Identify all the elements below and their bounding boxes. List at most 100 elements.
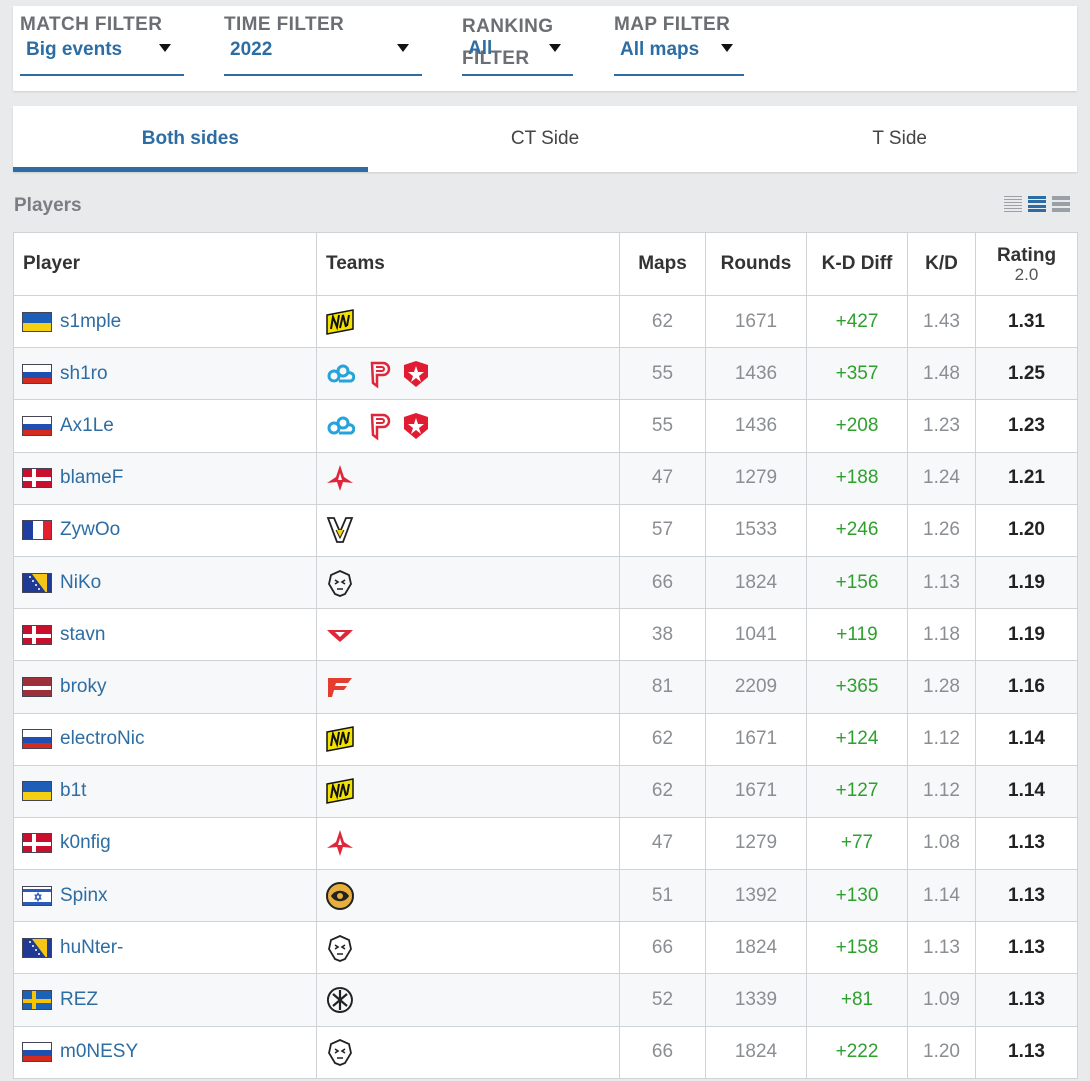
russia-flag-icon	[22, 729, 52, 750]
player-name-link[interactable]: REZ	[60, 989, 98, 1010]
table-row[interactable]: REZ 52 1339 +81 1.09 1.13	[13, 973, 1078, 1027]
bosnia-flag-icon	[22, 937, 52, 958]
rounds-cell: 1392	[705, 869, 807, 923]
player-name-link[interactable]: stavn	[60, 624, 105, 645]
ranking-filter-value[interactable]: All	[468, 38, 492, 60]
caret-down-icon[interactable]	[159, 44, 171, 52]
gambit-logo-icon[interactable]	[401, 411, 431, 441]
navi-logo-icon[interactable]	[325, 724, 355, 754]
table-row[interactable]: Ax1Le 55 1436 +208 1.23 1.23	[13, 399, 1078, 453]
sweden-flag-icon	[22, 990, 52, 1011]
table-row[interactable]: ZywOo 57 1533 +246 1.26 1.20	[13, 503, 1078, 557]
time-filter-dropdown[interactable]: TIME FILTER 2022	[224, 14, 422, 76]
table-row[interactable]: blameF 47 1279 +188 1.24 1.21	[13, 451, 1078, 505]
player-name-link[interactable]: b1t	[60, 780, 86, 801]
rating-cell: 1.20	[975, 503, 1078, 557]
caret-down-icon[interactable]	[397, 44, 409, 52]
player-cell[interactable]: ZywOo	[13, 503, 317, 557]
heroic-logo-icon[interactable]	[325, 620, 355, 650]
player-name-link[interactable]: blameF	[60, 467, 123, 488]
kd-diff-cell: +124	[806, 712, 908, 766]
g2-logo-icon[interactable]	[325, 1037, 355, 1067]
match-filter-value[interactable]: Big events	[26, 39, 122, 61]
table-row[interactable]: Spinx 51 1392 +130 1.14 1.13	[13, 869, 1078, 923]
player-name-link[interactable]: k0nfig	[60, 832, 111, 853]
player-name-link[interactable]: ZywOo	[60, 519, 120, 540]
table-row[interactable]: huNter- 66 1824 +158 1.13 1.13	[13, 921, 1078, 975]
header-maps[interactable]: Maps	[619, 232, 706, 296]
player-cell[interactable]: b1t	[13, 764, 317, 818]
navi-logo-icon[interactable]	[325, 307, 355, 337]
player-name-link[interactable]: Spinx	[60, 885, 108, 906]
map-filter-value[interactable]: All maps	[620, 39, 699, 61]
astralis-logo-icon[interactable]	[325, 463, 355, 493]
player-name-link[interactable]: m0NESY	[60, 1041, 138, 1062]
vitality-logo-icon[interactable]	[325, 515, 355, 545]
teams-cell	[316, 399, 620, 453]
astralis-logo-icon[interactable]	[325, 828, 355, 858]
large-view-icon[interactable]	[1052, 195, 1070, 213]
player-cell[interactable]: huNter-	[13, 921, 317, 975]
g2-logo-icon[interactable]	[325, 568, 355, 598]
player-name-link[interactable]: electroNic	[60, 728, 144, 749]
match-filter-dropdown[interactable]: MATCH FILTER Big events	[20, 14, 184, 76]
caret-down-icon[interactable]	[721, 44, 733, 52]
denmark-flag-icon	[22, 833, 52, 854]
normal-view-icon[interactable]	[1028, 195, 1046, 213]
player-name-link[interactable]: sh1ro	[60, 363, 108, 384]
header-kd[interactable]: K/D	[907, 232, 976, 296]
header-kd-diff[interactable]: K-D Diff	[806, 232, 908, 296]
table-row[interactable]: s1mple 62 1671 +427 1.43 1.31	[13, 294, 1078, 349]
player-cell[interactable]: sh1ro	[13, 347, 317, 401]
player-cell[interactable]: NiKo	[13, 555, 317, 610]
tab-t-side[interactable]: T Side	[722, 106, 1077, 172]
cloud9-logo-icon[interactable]	[325, 359, 356, 389]
table-row[interactable]: NiKo 66 1824 +156 1.13 1.19	[13, 555, 1078, 610]
player-cell[interactable]: s1mple	[13, 294, 317, 349]
kd-cell: 1.13	[907, 921, 976, 975]
player-name-link[interactable]: s1mple	[60, 311, 121, 332]
map-filter-dropdown[interactable]: MAP FILTER All maps	[614, 14, 744, 76]
player-cell[interactable]: m0NESY	[13, 1025, 317, 1079]
player-cell[interactable]: stavn	[13, 608, 317, 662]
gambit-logo-icon[interactable]	[401, 359, 431, 389]
player-cell[interactable]: electroNic	[13, 712, 317, 766]
player-name-link[interactable]: Ax1Le	[60, 415, 114, 436]
player-cell[interactable]: Ax1Le	[13, 399, 317, 453]
rating-cell: 1.13	[975, 816, 1078, 871]
header-rating[interactable]: Rating 2.0	[975, 232, 1078, 296]
player-cell[interactable]: broky	[13, 660, 317, 714]
player-cell[interactable]: blameF	[13, 451, 317, 505]
player-cell[interactable]: Spinx	[13, 869, 317, 923]
maps-cell: 62	[619, 294, 706, 349]
time-filter-value[interactable]: 2022	[230, 39, 272, 61]
caret-down-icon[interactable]	[549, 44, 561, 52]
ranking-filter-dropdown[interactable]: RANKING FILTER All	[462, 14, 573, 76]
table-row[interactable]: b1t 62 1671 +127 1.12 1.14	[13, 764, 1078, 818]
table-row[interactable]: k0nfig 47 1279 +77 1.08 1.13	[13, 816, 1078, 871]
faze-logo-icon[interactable]	[325, 672, 355, 702]
maps-cell: 51	[619, 869, 706, 923]
table-row[interactable]: broky 81 2209 +365 1.28 1.16	[13, 660, 1078, 714]
table-row[interactable]: electroNic 62 1671 +124 1.12 1.14	[13, 712, 1078, 766]
outsiders-logo-icon[interactable]	[363, 359, 393, 389]
table-row[interactable]: stavn 38 1041 +119 1.18 1.19	[13, 608, 1078, 662]
cloud9-logo-icon[interactable]	[325, 411, 356, 441]
ence-logo-icon[interactable]	[325, 881, 355, 911]
header-rounds[interactable]: Rounds	[705, 232, 807, 296]
nip-logo-icon[interactable]	[325, 985, 355, 1015]
tab-ct-side[interactable]: CT Side	[368, 106, 723, 172]
player-cell[interactable]: REZ	[13, 973, 317, 1027]
player-name-link[interactable]: broky	[60, 676, 106, 697]
navi-logo-icon[interactable]	[325, 776, 355, 806]
player-name-link[interactable]: huNter-	[60, 937, 123, 958]
player-name-link[interactable]: NiKo	[60, 572, 101, 593]
compact-view-icon[interactable]	[1004, 195, 1022, 213]
header-player[interactable]: Player	[13, 232, 317, 296]
player-cell[interactable]: k0nfig	[13, 816, 317, 871]
table-row[interactable]: sh1ro 55 1436 +357 1.48 1.25	[13, 347, 1078, 401]
table-row[interactable]: m0NESY 66 1824 +222 1.20 1.13	[13, 1025, 1078, 1079]
tab-both-sides[interactable]: Both sides	[13, 106, 368, 172]
outsiders-logo-icon[interactable]	[363, 411, 393, 441]
g2-logo-icon[interactable]	[325, 933, 355, 963]
